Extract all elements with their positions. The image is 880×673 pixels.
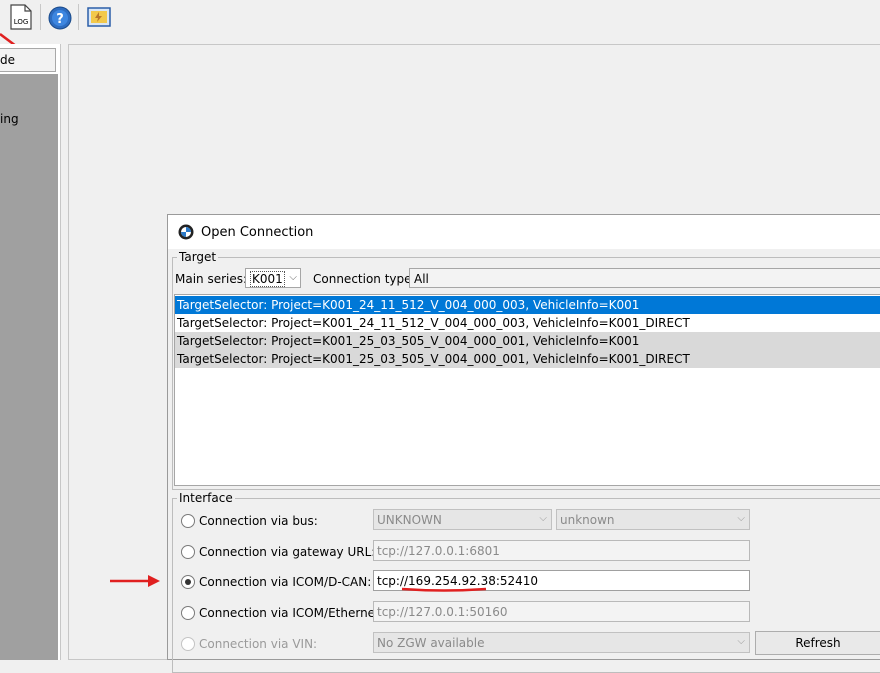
- chevron-down-icon: ⌵: [289, 272, 297, 283]
- left-panel-tab[interactable]: de: [0, 48, 56, 72]
- gateway-url-field[interactable]: tcp://127.0.0.1:6801: [373, 540, 750, 561]
- target-selector-list[interactable]: TargetSelector: Project=K001_24_11_512_V…: [174, 294, 880, 486]
- bus-label: Connection via bus:: [199, 514, 318, 528]
- toolbar-separator: [78, 4, 79, 30]
- bus-radio[interactable]: [181, 514, 195, 528]
- vin-select: No ZGW available ⌵: [373, 632, 750, 653]
- icom-ethernet-label: Connection via ICOM/Ethernet:: [199, 606, 384, 620]
- dialog-title: Open Connection: [201, 225, 314, 240]
- connection-type-value: All: [414, 272, 429, 286]
- connection-type-select[interactable]: All: [409, 268, 880, 288]
- vin-radio: [181, 637, 195, 651]
- connection-type-label: Connection type:: [313, 272, 416, 286]
- interface-legend: Interface: [179, 491, 233, 505]
- open-connection-dialog: Open Connection Target Main series: K001…: [167, 214, 880, 673]
- icom-dcan-label: Connection via ICOM/D-CAN:: [199, 575, 372, 589]
- chevron-down-icon: ⌵: [737, 513, 745, 524]
- bmw-logo-icon: [178, 224, 194, 240]
- main-series-select[interactable]: K001 ⌵: [245, 268, 301, 288]
- dialog-title-bar: Open Connection: [168, 215, 880, 249]
- bus-interface-select[interactable]: unknown ⌵: [556, 509, 750, 530]
- target-legend: Target: [179, 250, 217, 264]
- bus-type-select[interactable]: UNKNOWN ⌵: [373, 509, 552, 530]
- list-item[interactable]: TargetSelector: Project=K001_25_03_505_V…: [175, 350, 880, 368]
- icom-dcan-radio[interactable]: [181, 575, 195, 589]
- icom-ethernet-url-field[interactable]: tcp://127.0.0.1:50160: [373, 601, 750, 622]
- gateway-radio[interactable]: [181, 545, 195, 559]
- annotation-arrow: [110, 575, 160, 587]
- list-item-selected[interactable]: TargetSelector: Project=K001_24_11_512_V…: [175, 296, 880, 314]
- connection-icon: [87, 7, 111, 27]
- list-item[interactable]: TargetSelector: Project=K001_24_11_512_V…: [175, 314, 880, 332]
- bus-interface-value: unknown: [560, 513, 615, 527]
- main-series-label: Main series:: [175, 272, 248, 286]
- list-item[interactable]: TargetSelector: Project=K001_25_03_505_V…: [175, 332, 880, 350]
- main-series-value: K001: [250, 271, 285, 287]
- vin-value: No ZGW available: [377, 636, 485, 650]
- bus-type-value: UNKNOWN: [377, 513, 442, 527]
- connect-button[interactable]: [86, 3, 112, 31]
- chevron-down-icon: ⌵: [737, 636, 745, 647]
- toolbar: LOG ?: [0, 0, 880, 36]
- left-panel-content: ing: [0, 74, 58, 660]
- icom-ethernet-radio[interactable]: [181, 606, 195, 620]
- refresh-button[interactable]: Refresh: [755, 631, 880, 655]
- annotation-underline: [401, 587, 487, 592]
- chevron-down-icon: ⌵: [539, 513, 547, 524]
- left-tab-label: de: [0, 53, 15, 67]
- vin-label: Connection via VIN:: [199, 637, 318, 651]
- gateway-url-value: tcp://127.0.0.1:6801: [377, 544, 500, 558]
- icom-ethernet-url-value: tcp://127.0.0.1:50160: [377, 605, 508, 619]
- left-item-label[interactable]: ing: [0, 112, 19, 126]
- gateway-label: Connection via gateway URL:: [199, 545, 376, 559]
